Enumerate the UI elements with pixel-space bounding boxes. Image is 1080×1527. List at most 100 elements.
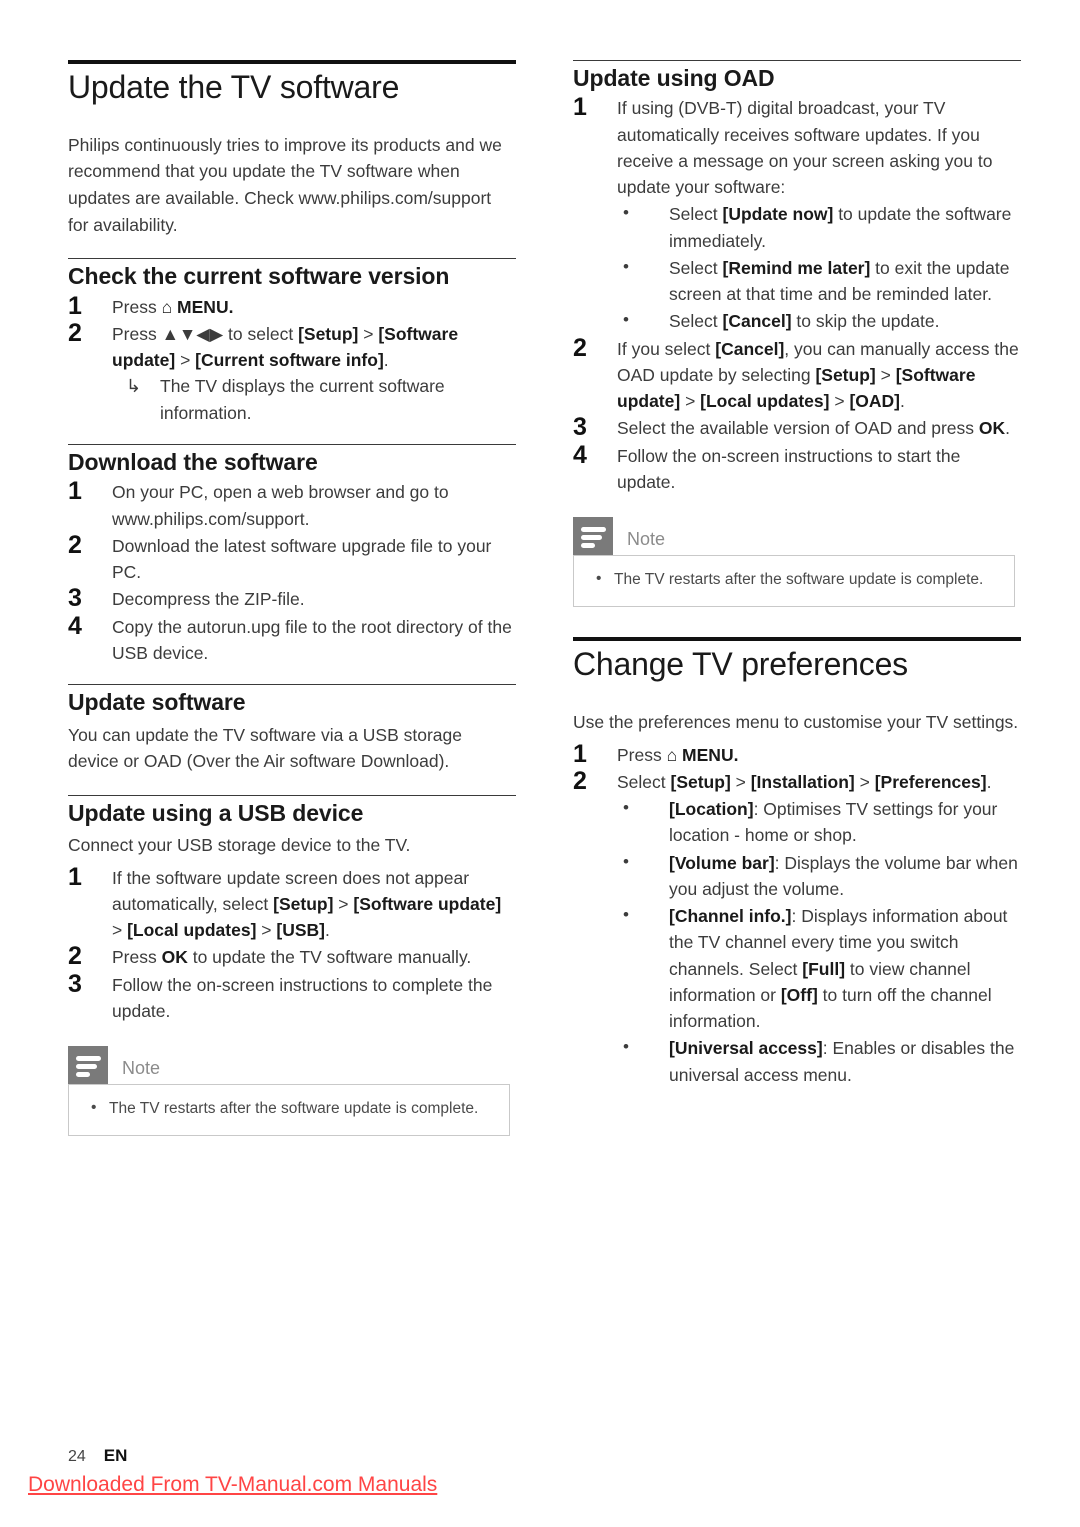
step-item: 1 On your PC, open a web browser and go …	[68, 477, 516, 532]
section-heading-oad: Update using OAD	[573, 65, 775, 91]
steps-download: 1 On your PC, open a web browser and go …	[68, 477, 516, 667]
step-item: 3 Follow the on-screen instructions to c…	[68, 969, 516, 1025]
right-column: Update using OAD 1 If using (DVB-T) digi…	[573, 60, 1021, 1106]
step-text: Download the latest software upgrade fil…	[112, 535, 492, 583]
steps-oad: 1 If using (DVB-T) digital broadcast, yo…	[573, 93, 1021, 496]
note-list-item: • The TV restarts after the software upd…	[85, 1098, 493, 1120]
note-body: • The TV restarts after the software upd…	[573, 555, 1015, 608]
step-item: 4 Follow the on-screen instructions to s…	[573, 440, 1021, 496]
bullet-item: • Select [Remind me later] to exit the u…	[617, 255, 1021, 308]
step-bullet-list: • Select [Update now] to update the soft…	[617, 201, 1021, 334]
note-list: • The TV restarts after the software upd…	[590, 569, 998, 591]
step-text: Select [Setup] > [Installation] > [Prefe…	[617, 771, 992, 792]
step-text: Press ▲▼◀▶ to select [Setup] > [Software…	[112, 323, 459, 371]
bullet-item: • [Channel info.]: Displays information …	[617, 903, 1021, 1034]
manual-page: Update the TV software Philips continuou…	[0, 0, 1080, 1527]
chapter-intro: Philips continuously tries to improve it…	[68, 134, 502, 235]
step-number: 1	[573, 93, 587, 122]
note-item-text: The TV restarts after the software updat…	[614, 571, 984, 589]
section-heading-download: Download the software	[68, 448, 318, 475]
step-item: 1 Press ⌂ MENU.	[573, 740, 1021, 768]
bullet-icon: •	[596, 570, 602, 588]
bullet-icon: •	[623, 905, 629, 925]
step-number: 3	[68, 969, 82, 998]
section-heading-update-software: Update software	[68, 689, 246, 716]
chapter-rule	[573, 637, 1021, 642]
home-icon: ⌂	[161, 296, 173, 317]
step-item: 4 Copy the autorun.upg file to the root …	[68, 611, 516, 667]
section-intro: You can update the TV software via a USB…	[68, 724, 462, 772]
bullet-icon: •	[91, 1099, 97, 1117]
chapter-intro: Use the preferences menu to customise yo…	[573, 712, 1019, 733]
bullet-icon: •	[623, 310, 629, 330]
step-result-list: ↳ The TV displays the current software i…	[112, 373, 516, 426]
bullet-item: • [Location]: Optimises TV settings for …	[617, 796, 1021, 849]
section-rule	[68, 794, 516, 796]
result-item: ↳ The TV displays the current software i…	[112, 373, 516, 426]
page-number: 24	[68, 1448, 86, 1465]
steps-usb: 1 If the software update screen does not…	[68, 862, 516, 1025]
bullet-item: • Select [Cancel] to skip the update.	[617, 308, 1021, 334]
step-item: 3 Select the available version of OAD an…	[573, 413, 1021, 441]
steps-preferences: 1 Press ⌂ MENU. 2 Select [Setup] > [Inst…	[573, 740, 1021, 1088]
section-rule	[68, 684, 516, 686]
step-item: 2 Download the latest software upgrade f…	[68, 531, 516, 586]
step-item: 1 If the software update screen does not…	[68, 862, 516, 944]
step-item: 2 Select [Setup] > [Installation] > [Pre…	[573, 766, 1021, 1088]
note-header: Note	[573, 517, 1015, 556]
result-text: The TV displays the current software inf…	[160, 376, 445, 423]
left-column: Update the TV software Philips continuou…	[68, 60, 516, 1137]
section-rule	[68, 443, 516, 445]
bullet-item: • Select [Update now] to update the soft…	[617, 201, 1021, 254]
note-icon	[573, 517, 613, 556]
bullet-text: [Channel info.]: Displays information ab…	[669, 906, 1008, 1032]
section-intro: Connect your USB storage device to the T…	[68, 835, 411, 856]
bullet-text: [Volume bar]: Displays the volume bar wh…	[669, 852, 1018, 899]
page-language: EN	[103, 1446, 128, 1465]
watermark-link[interactable]: Downloaded From TV-Manual.com Manuals	[28, 1473, 437, 1497]
step-number: 4	[68, 611, 82, 640]
step-number: 2	[68, 318, 82, 347]
note-list-item: • The TV restarts after the software upd…	[590, 569, 998, 591]
section-heading-check-version: Check the current software version	[68, 263, 450, 290]
result-arrow-icon: ↳	[126, 376, 142, 397]
note-title: Note	[122, 1058, 161, 1079]
page-title-secondary: Change TV preferences	[573, 646, 908, 683]
step-text: On your PC, open a web browser and go to…	[112, 482, 449, 529]
step-text: If the software update screen does not a…	[112, 867, 502, 941]
step-item: 2 Press ▲▼◀▶ to select [Setup] > [Softwa…	[68, 318, 516, 426]
bullet-icon: •	[623, 851, 629, 871]
step-text: Press ⌂ MENU.	[617, 744, 739, 765]
step-bullet-list: • [Location]: Optimises TV settings for …	[617, 796, 1021, 1088]
step-number: 1	[68, 477, 82, 506]
step-number: 2	[573, 766, 587, 795]
step-text: If using (DVB-T) digital broadcast, your…	[617, 98, 993, 198]
bullet-text: Select [Cancel] to skip the update.	[669, 311, 940, 332]
step-item: 2 Press OK to update the TV software man…	[68, 942, 516, 970]
note-item-text: The TV restarts after the software updat…	[109, 1100, 479, 1118]
bullet-text: [Location]: Optimises TV settings for yo…	[669, 799, 998, 846]
section-heading-usb: Update using a USB device	[68, 799, 364, 826]
section-rule	[573, 60, 1021, 61]
step-number: 1	[68, 862, 82, 891]
step-text: If you select [Cancel], you can manually…	[617, 338, 1019, 412]
step-text: Press OK to update the TV software manua…	[112, 947, 472, 968]
bullet-item: • [Universal access]: Enables or disable…	[617, 1035, 1021, 1088]
step-text: Select the available version of OAD and …	[617, 418, 1010, 439]
chapter-rule	[68, 60, 516, 64]
bullet-item: • [Volume bar]: Displays the volume bar …	[617, 850, 1021, 903]
note-icon	[68, 1046, 108, 1085]
note-box: Note • The TV restarts after the softwar…	[573, 517, 1015, 608]
step-item: 1 Press ⌂ MENU.	[68, 292, 516, 320]
note-header: Note	[68, 1046, 510, 1085]
note-list: • The TV restarts after the software upd…	[85, 1098, 493, 1120]
steps-check-version: 1 Press ⌂ MENU. 2 Press ▲▼◀▶ to select […	[68, 292, 516, 426]
note-box: Note • The TV restarts after the softwar…	[68, 1046, 510, 1137]
step-number: 4	[573, 440, 587, 469]
page-footer: 24 EN	[68, 1446, 127, 1466]
step-text: Press ⌂ MENU.	[112, 296, 234, 317]
step-item: 2 If you select [Cancel], you can manual…	[573, 334, 1021, 415]
bullet-text: Select [Remind me later] to exit the upd…	[669, 257, 1010, 305]
note-title: Note	[627, 529, 666, 550]
step-item: 3 Decompress the ZIP-file.	[68, 584, 516, 612]
